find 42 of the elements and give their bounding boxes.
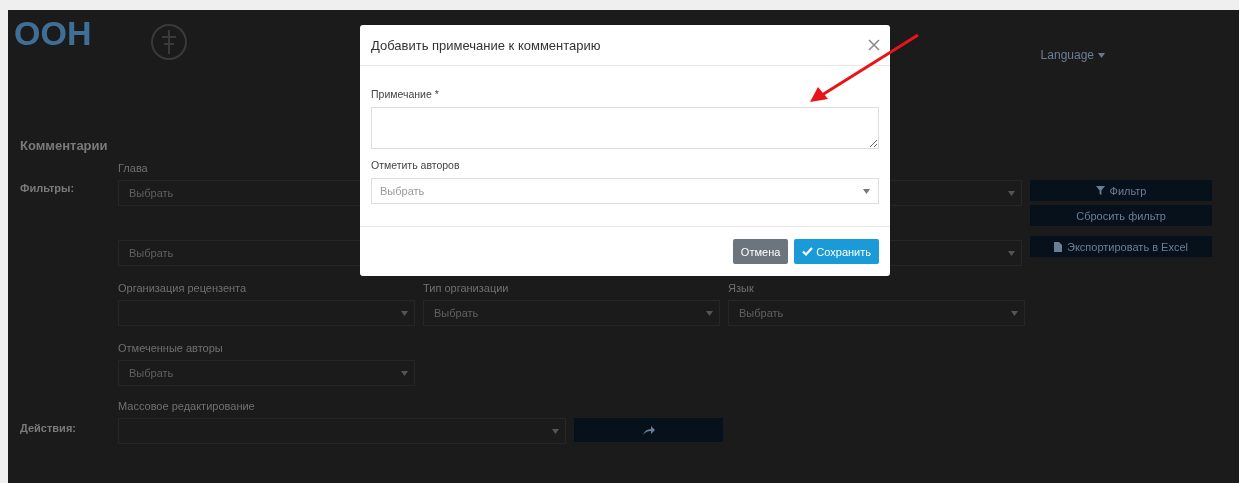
emblem-icon	[149, 22, 190, 62]
filter-action-button[interactable]: Экспортировать в Excel	[1030, 236, 1212, 257]
field-label: Отметить авторов	[371, 159, 460, 172]
note-textarea[interactable]	[371, 107, 879, 150]
filter-label: Организация рецензента	[118, 282, 247, 296]
caret-icon	[401, 370, 408, 376]
filter-icon	[1095, 186, 1105, 195]
filter-label: Тип организации	[423, 282, 509, 296]
filter-action-button[interactable]: Сбросить фильтр	[1030, 205, 1212, 226]
caret-icon	[1008, 250, 1015, 256]
action-select[interactable]	[118, 418, 566, 444]
caret-icon	[552, 428, 559, 434]
caret-icon	[706, 310, 713, 316]
filter-action-button[interactable]: Фильтр	[1030, 180, 1212, 201]
filter-label: Язык	[728, 282, 754, 296]
share-icon	[642, 425, 655, 435]
caret-icon	[1008, 190, 1015, 196]
filter-select[interactable]	[118, 300, 415, 326]
field-label: Примечание *	[371, 88, 439, 101]
filter-label: Отмеченные авторы	[118, 342, 223, 356]
cancel-button[interactable]: Отмена	[732, 239, 789, 264]
caret-icon	[1098, 52, 1105, 58]
file-icon	[1054, 241, 1063, 252]
filter-select[interactable]: Выбрать	[118, 360, 415, 386]
logo-text: ООН	[14, 16, 92, 50]
close-icon[interactable]	[868, 39, 880, 52]
bulk-edit-label: Массовое редактирование	[118, 400, 255, 414]
actions-label: Действия:	[20, 422, 76, 434]
caret-icon	[401, 310, 408, 316]
save-button[interactable]: Сохранить	[794, 239, 879, 264]
filter-select[interactable]: Выбрать	[423, 300, 720, 326]
authors-select[interactable]: Выбрать	[371, 178, 879, 205]
filters-label: Фильтры:	[20, 182, 75, 194]
caret-icon	[1011, 310, 1018, 316]
check-icon	[802, 247, 814, 256]
nav-dropdown[interactable]: Language	[1040, 24, 1105, 86]
filter-label: Глава	[118, 162, 148, 176]
apply-button[interactable]	[574, 418, 723, 442]
caret-icon	[863, 188, 870, 194]
page-title: Комментарии	[20, 138, 108, 153]
modal-title: Добавить примечание к комментарию	[371, 37, 601, 53]
filter-select[interactable]: Выбрать	[728, 300, 1025, 326]
